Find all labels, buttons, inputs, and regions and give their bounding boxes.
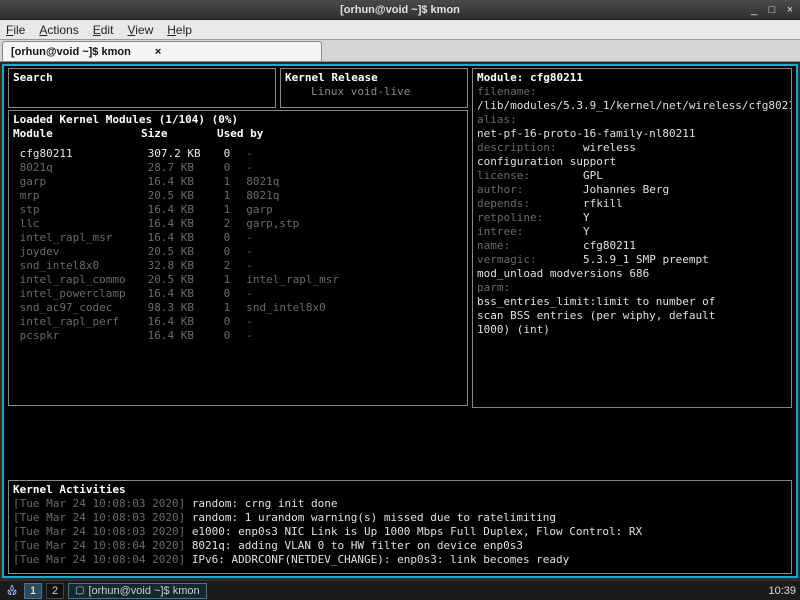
table-row[interactable]: joydev 20.5 KB 0 -: [13, 245, 463, 259]
kernel-release-panel: Kernel Release Linux void-live: [280, 68, 468, 108]
table-row[interactable]: intel_rapl_msr 16.4 KB 0 -: [13, 231, 463, 245]
module-info-panel: Module: cfg80211 filename: /lib/modules/…: [472, 68, 792, 408]
module-field: /lib/modules/5.3.9_1/kernel/net/wireless…: [477, 99, 787, 113]
kernel-activities-title: Kernel Activities: [13, 483, 787, 497]
module-field: mod_unload modversions 686: [477, 267, 787, 281]
start-menu-icon[interactable]: [4, 583, 20, 599]
table-row[interactable]: llc 16.4 KB 2 garp,stp: [13, 217, 463, 231]
table-row[interactable]: intel_powerclamp16.4 KB 0 -: [13, 287, 463, 301]
module-field: bss_entries_limit:limit to number of: [477, 295, 787, 309]
window-close-button[interactable]: ×: [784, 4, 796, 16]
module-field: vermagic: 5.3.9_1 SMP preempt: [477, 253, 787, 267]
search-panel[interactable]: Search: [8, 68, 276, 108]
menu-file[interactable]: File: [6, 23, 25, 37]
taskbar-clock: 10:39: [768, 585, 796, 597]
module-field: name: cfg80211: [477, 239, 787, 253]
tab-close-icon[interactable]: ×: [155, 46, 161, 58]
window-titlebar: [orhun@void ~]$ kmon _ □ ×: [0, 0, 800, 20]
table-row[interactable]: snd_intel8x0 32.8 KB 2 -: [13, 259, 463, 273]
kernel-release-value: Linux void-live: [285, 85, 463, 99]
menu-bar: File Actions Edit View Help: [0, 20, 800, 40]
kernel-release-title: Kernel Release: [285, 71, 463, 85]
menu-help[interactable]: Help: [167, 23, 192, 37]
taskbar: 1 2 ▢ [orhun@void ~]$ kmon 10:39: [0, 580, 800, 600]
menu-view[interactable]: View: [127, 23, 153, 37]
window-minimize-button[interactable]: _: [748, 4, 760, 16]
loaded-modules-title: Loaded Kernel Modules (1/104) (0%): [13, 113, 463, 127]
module-field: retpoline: Y: [477, 211, 787, 225]
module-info-title: Module: cfg80211: [477, 71, 787, 85]
table-row[interactable]: intel_rapl_perf 16.4 KB 0 -: [13, 315, 463, 329]
module-field: intree: Y: [477, 225, 787, 239]
module-field: depends: rfkill: [477, 197, 787, 211]
menu-actions[interactable]: Actions: [39, 23, 78, 37]
taskbar-window-label: [orhun@void ~]$ kmon: [88, 585, 199, 597]
table-header: ModuleSizeUsed by: [13, 127, 463, 141]
activity-line: [Tue Mar 24 10:08:03 2020] e1000: enp0s3…: [13, 525, 787, 539]
tab-strip: [orhun@void ~]$ kmon ×: [0, 40, 800, 62]
module-field: description: wireless: [477, 141, 787, 155]
module-field: 1000) (int): [477, 323, 787, 337]
search-title: Search: [13, 71, 271, 85]
tab-terminal[interactable]: [orhun@void ~]$ kmon ×: [2, 41, 322, 61]
window-title: [orhun@void ~]$ kmon: [340, 4, 460, 16]
terminal-pane[interactable]: Search Kernel Release Linux void-live Mo…: [2, 64, 798, 578]
activity-line: [Tue Mar 24 10:08:04 2020] IPv6: ADDRCON…: [13, 553, 787, 567]
table-row[interactable]: intel_rapl_commo20.5 KB 1 intel_rapl_msr: [13, 273, 463, 287]
table-row[interactable]: 8021q 28.7 KB 0 -: [13, 161, 463, 175]
module-field: license: GPL: [477, 169, 787, 183]
table-row[interactable]: snd_ac97_codec 98.3 KB 1 snd_intel8x0: [13, 301, 463, 315]
terminal-icon: ▢: [75, 585, 84, 596]
table-row[interactable]: mrp 20.5 KB 1 8021q: [13, 189, 463, 203]
module-field: scan BSS entries (per wiphy, default: [477, 309, 787, 323]
loaded-modules-panel[interactable]: Loaded Kernel Modules (1/104) (0%) Modul…: [8, 110, 468, 406]
table-row[interactable]: pcspkr 16.4 KB 0 -: [13, 329, 463, 343]
activity-line: [Tue Mar 24 10:08:03 2020] random: crng …: [13, 497, 787, 511]
workspace-2[interactable]: 2: [46, 583, 64, 599]
table-row[interactable]: garp 16.4 KB 1 8021q: [13, 175, 463, 189]
module-field: filename:: [477, 85, 787, 99]
module-field: parm:: [477, 281, 787, 295]
taskbar-window-button[interactable]: ▢ [orhun@void ~]$ kmon: [68, 583, 207, 599]
module-field: author: Johannes Berg: [477, 183, 787, 197]
module-field: configuration support: [477, 155, 787, 169]
module-field: alias:: [477, 113, 787, 127]
workspace-1[interactable]: 1: [24, 583, 42, 599]
table-row[interactable]: cfg80211 307.2 KB 0 -: [13, 147, 463, 161]
menu-edit[interactable]: Edit: [93, 23, 114, 37]
activity-line: [Tue Mar 24 10:08:04 2020] 8021q: adding…: [13, 539, 787, 553]
window-maximize-button[interactable]: □: [766, 4, 778, 16]
tab-label: [orhun@void ~]$ kmon: [11, 46, 131, 58]
activity-line: [Tue Mar 24 10:08:03 2020] random: 1 ura…: [13, 511, 787, 525]
module-field: net-pf-16-proto-16-family-nl80211: [477, 127, 787, 141]
kernel-activities-panel: Kernel Activities [Tue Mar 24 10:08:03 2…: [8, 480, 792, 574]
table-row[interactable]: stp 16.4 KB 1 garp: [13, 203, 463, 217]
